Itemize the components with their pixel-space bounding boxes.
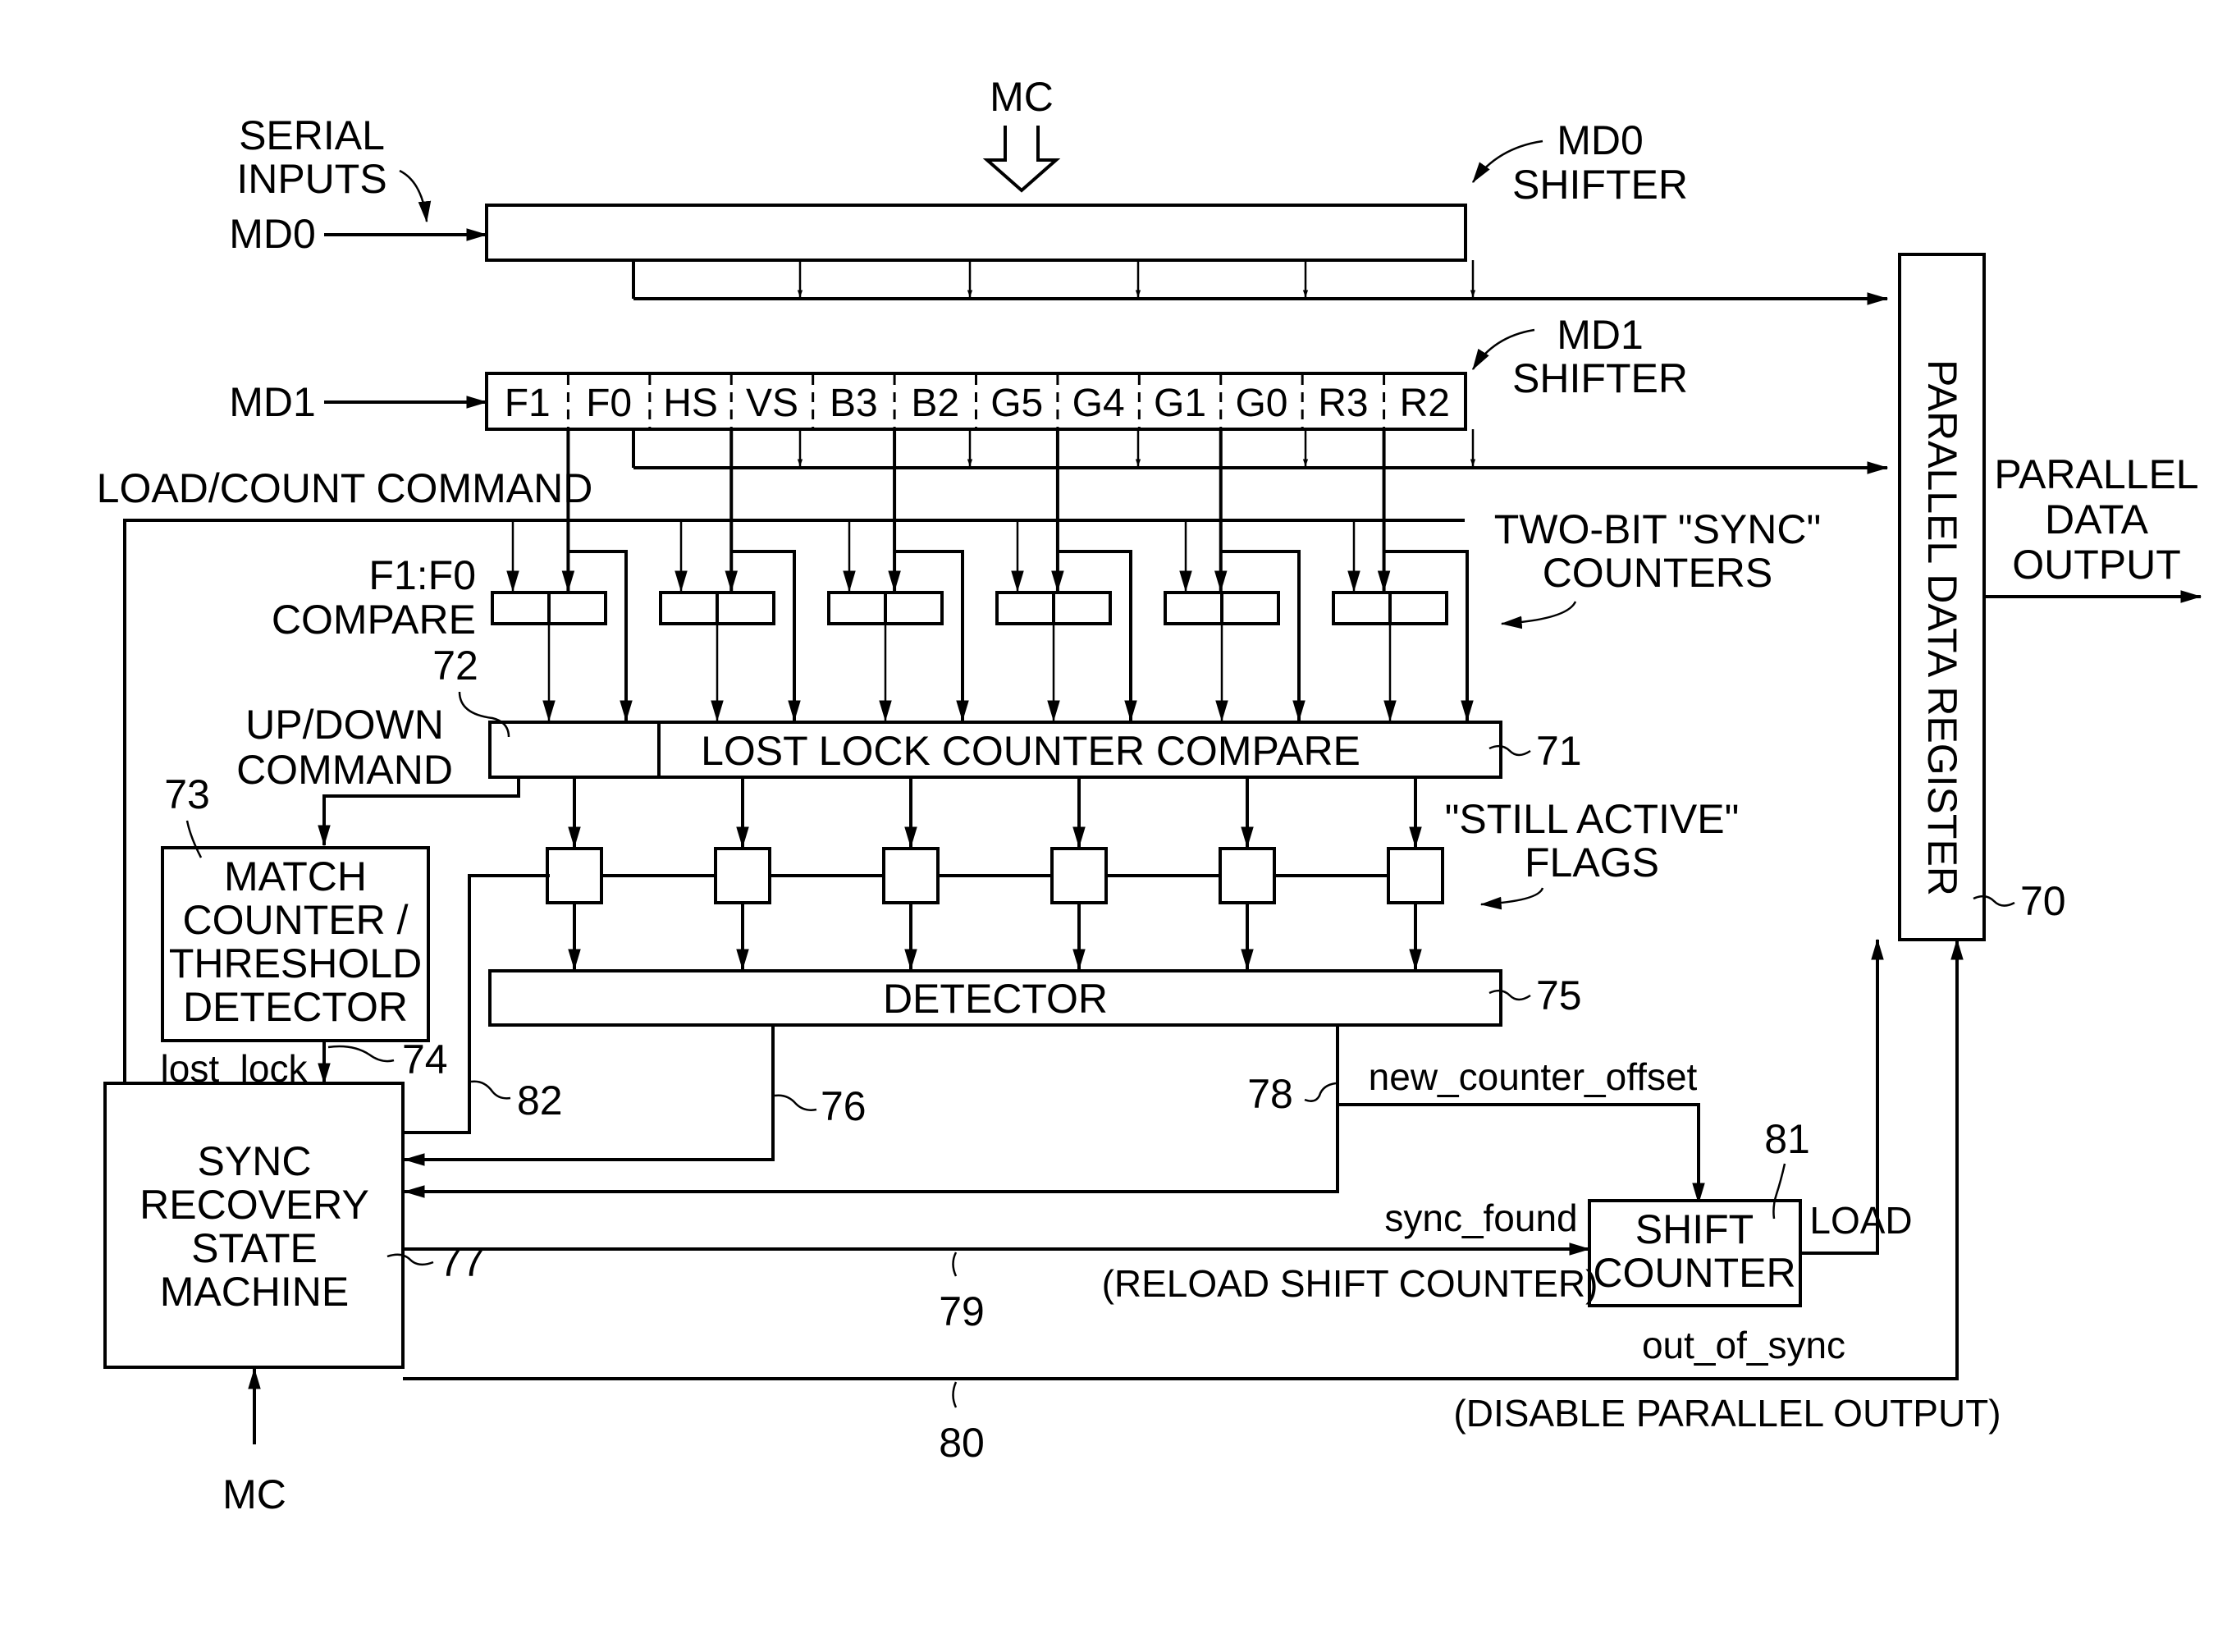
load-count-command-label: LOAD/COUNT COMMAND (97, 465, 593, 511)
compare-input-line (731, 550, 801, 722)
sync-recovery-label-line4: MACHINE (160, 1269, 350, 1315)
load-signal-label: LOAD (1809, 1199, 1912, 1242)
line-78-to-shift-counter (1338, 1103, 1705, 1205)
ref-75: 75 (1536, 972, 1582, 1018)
ref-80-leader (952, 1381, 958, 1408)
two-bit-counters-pointer-arrow (1500, 601, 1577, 629)
md1-cell-g0: G0 (1235, 382, 1287, 425)
md1-cell-g5: G5 (990, 382, 1043, 425)
match-counter-label-line2: COUNTER / (183, 897, 409, 943)
md1-cell-g1: G1 (1154, 382, 1206, 425)
match-counter-label-line3: THRESHOLD (169, 940, 422, 986)
ref-82: 82 (517, 1078, 563, 1123)
md1-cell-hs: HS (663, 382, 718, 425)
two-bit-counters-label-line2: COUNTERS (1543, 550, 1773, 596)
md1-taps (797, 429, 1476, 467)
ref-76: 76 (821, 1083, 867, 1129)
md1-shifter-label-line2: SHIFTER (1512, 355, 1688, 401)
line-76-detector-output (403, 1025, 775, 1166)
parallel-data-output-label-line3: OUTPUT (2012, 542, 2181, 588)
ref-74: 74 (402, 1037, 448, 1082)
mc-bottom-label: MC (222, 1471, 286, 1517)
sync-recovery-label-line3: STATE (191, 1225, 318, 1271)
up-down-command-label-line1: UP/DOWN (245, 702, 444, 748)
ref-79-leader (952, 1252, 958, 1277)
f1f0-compare-label-line1: F1:F0 (368, 552, 476, 598)
serial-inputs-pointer-arrow (399, 169, 432, 223)
ref-79: 79 (939, 1288, 985, 1334)
md1-cell-vs: VS (746, 382, 798, 425)
sync-found-signal-label: sync_found (1384, 1197, 1577, 1239)
f1f0-compare-label-line2: COMPARE (272, 597, 476, 643)
ref-77: 77 (439, 1239, 485, 1285)
shift-counter-label-line1: SHIFT (1635, 1206, 1754, 1252)
match-counter-label-line4: DETECTOR (183, 984, 408, 1030)
md1-input-label: MD1 (229, 379, 316, 425)
md1-cell-r2: R2 (1400, 382, 1450, 425)
ref-81: 81 (1764, 1116, 1810, 1162)
ref-73: 73 (164, 771, 210, 817)
md1-cell-b3: B3 (830, 382, 878, 425)
two-bit-counters-label-line1: TWO-BIT "SYNC" (1494, 506, 1821, 552)
ref-78: 78 (1247, 1071, 1293, 1117)
ref-70: 70 (2020, 878, 2066, 924)
ref-76-leader (774, 1094, 817, 1111)
parallel-data-output-label-line1: PARALLEL (1994, 451, 2198, 497)
md0-shifter-box (485, 204, 1467, 262)
mc-top-hollow-arrow (982, 126, 1061, 193)
ref-74-leader (327, 1045, 395, 1063)
up-down-command-label-line2: COMMAND (236, 747, 453, 793)
md1-cell-r3: R3 (1318, 382, 1368, 425)
ref-82-leader (470, 1080, 511, 1100)
sync-recovery-block-diagram: MC SERIAL INPUTS MD0 MD0 SHIFTER MD1 F1 F… (97, 74, 2202, 1517)
md1-cell-f1: F1 (505, 382, 551, 425)
still-active-flag (1219, 847, 1276, 904)
mc-top-label: MC (990, 74, 1054, 120)
md0-input-label: MD0 (229, 211, 316, 257)
sync-recovery-label-line1: SYNC (198, 1138, 312, 1184)
ref-72: 72 (432, 643, 478, 689)
md0-shifter-label-line1: MD0 (1557, 117, 1644, 163)
still-active-flag (1387, 847, 1444, 904)
md1-cell-b2: B2 (911, 382, 959, 425)
reload-shift-counter-label: (RELOAD SHIFT COUNTER) (1102, 1262, 1598, 1305)
still-active-flag (1050, 847, 1108, 904)
still-active-flags (546, 777, 1444, 971)
parallel-data-output-label-line2: DATA (2045, 497, 2149, 542)
md1-cell-f0: F0 (586, 382, 632, 425)
md0-shifter-label-line2: SHIFTER (1512, 162, 1688, 208)
compare-input-line (1057, 550, 1137, 722)
serial-inputs-label-line2: INPUTS (236, 156, 386, 202)
compare-input-line (894, 550, 969, 722)
ref-80: 80 (939, 1420, 985, 1466)
md0-taps (797, 260, 1476, 298)
lost-lock-counter-compare-label: LOST LOCK COUNTER COMPARE (701, 728, 1360, 774)
shift-counter-label-line2: COUNTER (1593, 1250, 1795, 1296)
still-active-flags-label-line1: "STILL ACTIVE" (1445, 796, 1740, 842)
still-active-flag (546, 847, 603, 904)
still-active-flags-label-line2: FLAGS (1525, 840, 1659, 885)
ref-71: 71 (1536, 728, 1582, 774)
parallel-data-register-label: PARALLEL DATA REGISTER (1919, 359, 1965, 896)
compare-input-line (568, 550, 633, 722)
detector-label: DETECTOR (883, 976, 1108, 1022)
disable-parallel-output-label: (DISABLE PARALLEL OUTPUT) (1453, 1392, 2001, 1435)
counter-wiring (491, 429, 1474, 722)
md1-cell-g4: G4 (1072, 382, 1125, 425)
sync-recovery-label-line2: RECOVERY (139, 1182, 369, 1228)
match-counter-label-line1: MATCH (224, 853, 367, 899)
md1-shifter-label-line1: MD1 (1557, 312, 1644, 358)
serial-inputs-label-line1: SERIAL (239, 112, 385, 158)
ref-78-leader (1304, 1082, 1337, 1102)
new-counter-offset-signal-label: new_counter_offset (1369, 1055, 1698, 1098)
still-active-flags-pointer-arrow (1479, 887, 1544, 910)
still-active-flag (714, 847, 771, 904)
still-active-flag (882, 847, 940, 904)
out-of-sync-signal-label: out_of_sync (1642, 1324, 1845, 1366)
compare-input-line (1220, 550, 1306, 722)
compare-input-line (1383, 550, 1474, 722)
